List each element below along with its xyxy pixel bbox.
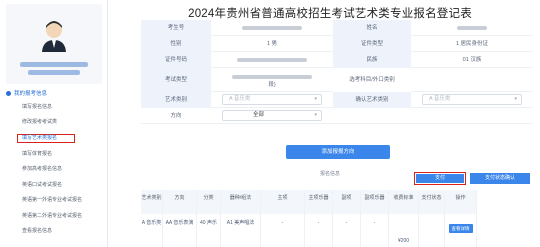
confirm-art-category-label: 确认艺术类别 <box>333 92 411 108</box>
sidebar-item-gaokao-info[interactable]: 参加高考报名信息 <box>22 165 102 174</box>
registration-table: 艺术类别 方向 分类 器种/组法 主项 主项乐器 副项 副项乐器 收费标准 支付… <box>141 190 533 247</box>
blurred-value <box>242 25 302 30</box>
blurred-value <box>457 25 487 30</box>
avatar-icon <box>42 21 66 52</box>
form-row: 艺术类别 A 音乐类 ▾ 确认艺术类别 A 音乐类 ▾ <box>141 92 533 108</box>
blurred-name <box>20 62 88 67</box>
table-row: A 音乐类 AA 音乐表演 40 声乐 A1 美声唱法 - - - - ¥200… <box>141 214 533 247</box>
menu-section-header[interactable]: 我的报考信息 <box>6 88 102 98</box>
cell-group: A1 美声唱法 <box>221 214 261 247</box>
sidebar-item-art-registration[interactable]: 填写艺术类报名 <box>17 134 75 143</box>
sidebar-item-sports[interactable]: 填写体育报名 <box>22 150 102 159</box>
exam-type-label: 考试类型 <box>141 68 211 92</box>
pay-button-highlight: 支付 <box>414 172 466 185</box>
art-category-select[interactable]: A 音乐类 ▾ <box>222 94 322 106</box>
direction-label: 方向 <box>170 113 182 119</box>
cell-action: 查看详情 <box>445 214 477 247</box>
empty-cell <box>411 108 533 124</box>
sidebar-item-view-info[interactable]: 查看报名信息 <box>22 227 102 236</box>
menu-dot-icon <box>6 90 11 96</box>
blurred-info <box>28 70 80 75</box>
direction-cell: 全部 ▾ <box>211 108 333 124</box>
name-value <box>411 20 533 36</box>
column-header: 操作 <box>445 190 477 214</box>
column-header: 艺术类别 <box>141 190 163 214</box>
chevron-down-icon: ▾ <box>314 112 317 119</box>
id-type-value: 1 居民身份证 <box>455 41 489 47</box>
sidebar-item-second-language[interactable]: 英语第二外语专业考试报名 <box>22 212 102 221</box>
name-label: 姓名 <box>333 20 411 36</box>
blurred-value <box>232 74 312 79</box>
ethnicity-value: 01 汉族 <box>462 57 482 63</box>
blurred-value <box>237 57 307 62</box>
column-header: 副项乐器 <box>361 190 389 214</box>
profile-card <box>6 4 102 84</box>
direction-select[interactable]: 全部 ▾ <box>222 110 322 122</box>
sidebar-item-modify-type[interactable]: 修改报考考试类 <box>22 118 102 127</box>
column-header: 主项乐器 <box>305 190 333 214</box>
cell-art: A 音乐类 <box>141 214 163 247</box>
registration-info-heading: 报名信息 <box>320 171 341 177</box>
cell-main-instrument: - <box>305 214 333 247</box>
cell-sub-instrument: - <box>361 214 389 247</box>
exam-no-value <box>211 20 333 36</box>
column-header: 副项 <box>333 190 361 214</box>
column-header: 器种/组法 <box>221 190 261 214</box>
cell-category: 40 声乐 <box>197 214 221 247</box>
column-header: 主项 <box>261 190 305 214</box>
cell-main: - <box>261 214 305 247</box>
elective-value <box>411 68 533 92</box>
gender-value: 1 男 <box>266 41 278 47</box>
cell-direction: AA 音乐表演 <box>163 214 197 247</box>
column-header: 收费标准 <box>389 190 419 214</box>
confirm-art-category-value: A 音乐类 <box>429 96 451 103</box>
view-details-button[interactable]: 查看详情 <box>448 224 473 233</box>
id-type-label: 证件类型 <box>333 36 411 52</box>
art-category-cell: A 音乐类 ▾ <box>211 92 333 108</box>
form-row: 方向 全部 ▾ <box>141 108 533 124</box>
sidebar-item-first-language[interactable]: 英语第一外语专业考试报名 <box>22 196 102 205</box>
column-header: 支付状态 <box>419 190 445 214</box>
menu-head-label: 我的报考信息 <box>14 91 48 97</box>
chevron-down-icon: ▾ <box>314 96 317 103</box>
sidebar-item-oral-english[interactable]: 英语口试考试报名 <box>22 181 102 190</box>
confirm-art-category-select[interactable]: A 音乐类 ▾ <box>422 94 522 106</box>
cell-fee: ¥200 <box>389 214 419 247</box>
form-row: 考生号 姓名 <box>141 20 533 36</box>
chevron-down-icon: ▾ <box>514 96 517 103</box>
exam-no-label: 考生号 <box>141 20 211 36</box>
art-category-value: A 音乐类 <box>229 96 251 103</box>
registration-form: 考生号 姓名 性别 1 男 证件类型 1 居民身份证 证件号码 民族 01 汉族… <box>141 20 533 124</box>
form-row: 性别 1 男 证件类型 1 居民身份证 <box>141 36 533 52</box>
sidebar-item-fill-info[interactable]: 填写报名信息 <box>22 103 102 112</box>
id-no-label: 证件号码 <box>141 52 211 68</box>
sidebar: 我的报考信息 填写报名信息 修改报考考试类 填写艺术类报名 填写体育报名 参加高… <box>0 0 108 247</box>
add-direction-button[interactable]: 添加报报方向 <box>286 145 390 159</box>
art-category-label: 艺术类别 <box>141 92 211 108</box>
payment-status-button[interactable]: 支付状态确认 <box>470 173 530 184</box>
table-header: 艺术类别 方向 分类 器种/组法 主项 主项乐器 副项 副项乐器 收费标准 支付… <box>141 190 533 214</box>
form-row: 考试类型 段) 选考科目/外口类别 <box>141 68 533 92</box>
form-row: 证件号码 民族 01 汉族 <box>141 52 533 68</box>
empty-cell <box>333 108 411 124</box>
exam-type-value: 段) <box>211 68 333 92</box>
elective-label: 选考科目/外口类别 <box>333 68 411 92</box>
column-header: 分类 <box>197 190 221 214</box>
exam-type-suffix: 段) <box>268 82 276 88</box>
direction-value: 全部 <box>253 112 265 119</box>
id-no-value <box>211 52 333 68</box>
page-title: 2024年贵州省普通高校招生考试艺术类专业报名登记表 <box>188 8 472 20</box>
column-header: 方向 <box>163 190 197 214</box>
confirm-art-category-cell: A 音乐类 ▾ <box>411 92 533 108</box>
ethnicity-label: 民族 <box>333 52 411 68</box>
pay-button[interactable]: 支付 <box>416 174 464 183</box>
cell-status <box>419 214 445 247</box>
cell-sub: - <box>333 214 361 247</box>
gender-label: 性别 <box>141 36 211 52</box>
